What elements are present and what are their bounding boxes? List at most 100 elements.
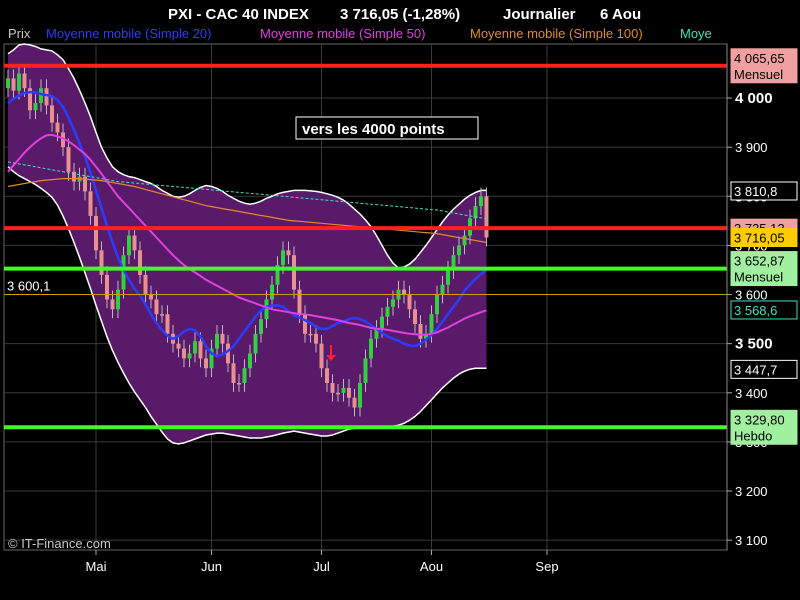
- candle: [418, 324, 423, 339]
- candle: [22, 73, 27, 89]
- legend-item: Moyenne mobile (Simple 20): [46, 26, 211, 41]
- candle: [248, 353, 252, 369]
- candle: [193, 341, 197, 354]
- candle: [220, 333, 225, 344]
- cac40-chart: PXI - CAC 40 INDEX 3 716,05 (-1,28%) Jou…: [3, 6, 798, 574]
- candle: [391, 299, 395, 307]
- candle: [17, 73, 21, 91]
- x-tick-label: Aou: [420, 559, 443, 574]
- last-price: 3 716,05 (-1,28%): [340, 6, 460, 23]
- candle: [160, 314, 164, 316]
- legend-item: Prix: [8, 26, 31, 41]
- candle: [413, 309, 417, 325]
- candle: [292, 255, 296, 290]
- candle: [44, 88, 49, 106]
- candle: [446, 269, 450, 285]
- price-line-label: 3 600,1: [7, 278, 50, 293]
- candle: [325, 368, 329, 383]
- candle: [237, 382, 241, 385]
- x-tick-label: Jun: [201, 559, 222, 574]
- candle: [303, 314, 307, 334]
- candle: [253, 333, 258, 354]
- candle: [198, 341, 203, 359]
- candle: [358, 382, 362, 408]
- candle: [407, 294, 412, 310]
- candle: [363, 358, 368, 383]
- candle: [457, 245, 461, 256]
- level-tag: 3 329,80: [734, 412, 785, 427]
- candle: [110, 299, 115, 310]
- candle: [55, 122, 60, 133]
- candle: [94, 215, 98, 251]
- candle: [259, 319, 263, 334]
- y-tick-label: 3 400: [735, 386, 768, 401]
- candle: [138, 250, 142, 275]
- x-tick-label: Mai: [86, 559, 107, 574]
- candle: [429, 314, 434, 334]
- candle: [33, 102, 38, 111]
- candle: [347, 387, 351, 398]
- value-tag: 3 568,6: [734, 303, 777, 318]
- candle: [149, 294, 153, 300]
- candle: [226, 343, 230, 364]
- level-tag: 4 065,65: [734, 51, 785, 66]
- candle: [479, 196, 483, 207]
- candle: [369, 338, 373, 359]
- candle: [352, 397, 357, 408]
- candle: [127, 235, 131, 256]
- candle: [385, 306, 390, 317]
- y-tick-label: 3 500: [735, 336, 773, 353]
- candle: [154, 299, 159, 315]
- candle: [66, 147, 71, 172]
- date-label: 6 Aou: [600, 6, 641, 23]
- level-tag: 3 652,87: [734, 254, 785, 269]
- candle: [319, 343, 324, 369]
- y-tick-label: 3 600: [735, 288, 768, 303]
- bollinger-band: [8, 44, 487, 444]
- y-tick-label: 3 200: [735, 484, 768, 499]
- candle: [215, 333, 219, 349]
- y-tick-label: 4 000: [735, 90, 773, 107]
- candle: [6, 78, 10, 89]
- legend-item: Moye: [680, 26, 712, 41]
- candle: [143, 274, 148, 295]
- candle: [116, 289, 120, 310]
- candle: [99, 250, 104, 275]
- candle: [484, 196, 489, 238]
- candle: [341, 387, 346, 393]
- candle: [204, 358, 208, 369]
- copyright: © IT-Finance.com: [8, 536, 111, 551]
- candle: [242, 368, 247, 383]
- candle: [132, 235, 137, 251]
- candle: [435, 294, 439, 315]
- candle: [380, 316, 384, 329]
- candle: [88, 191, 93, 216]
- value-tag: 3 810,8: [734, 184, 777, 199]
- candle: [11, 78, 16, 91]
- candle: [187, 353, 192, 359]
- candle: [270, 284, 274, 300]
- candle: [105, 274, 109, 300]
- candle: [402, 289, 406, 295]
- level-tag-sub: Hebdo: [734, 428, 772, 443]
- x-tick-label: Jul: [313, 559, 330, 574]
- candle: [308, 333, 313, 336]
- candle: [182, 348, 186, 359]
- y-tick-label: 3 100: [735, 533, 768, 548]
- candle: [281, 250, 285, 266]
- candle: [440, 284, 445, 295]
- candle: [314, 333, 318, 344]
- candle: [231, 363, 236, 383]
- period-label: Journalier: [503, 6, 576, 23]
- candle: [297, 289, 302, 315]
- candle: [330, 382, 335, 393]
- candle: [286, 250, 291, 256]
- y-tick-label: 3 900: [735, 140, 768, 155]
- chart-title: PXI - CAC 40 INDEX: [168, 6, 309, 23]
- candle: [462, 235, 467, 246]
- candle: [50, 105, 54, 123]
- legend: Prix Moyenne mobile (Simple 20) Moyenne mo…: [8, 26, 712, 41]
- candle: [165, 314, 170, 334]
- level-tag-sub: Mensuel: [734, 67, 783, 82]
- legend-item: Moyenne mobile (Simple 50): [260, 26, 425, 41]
